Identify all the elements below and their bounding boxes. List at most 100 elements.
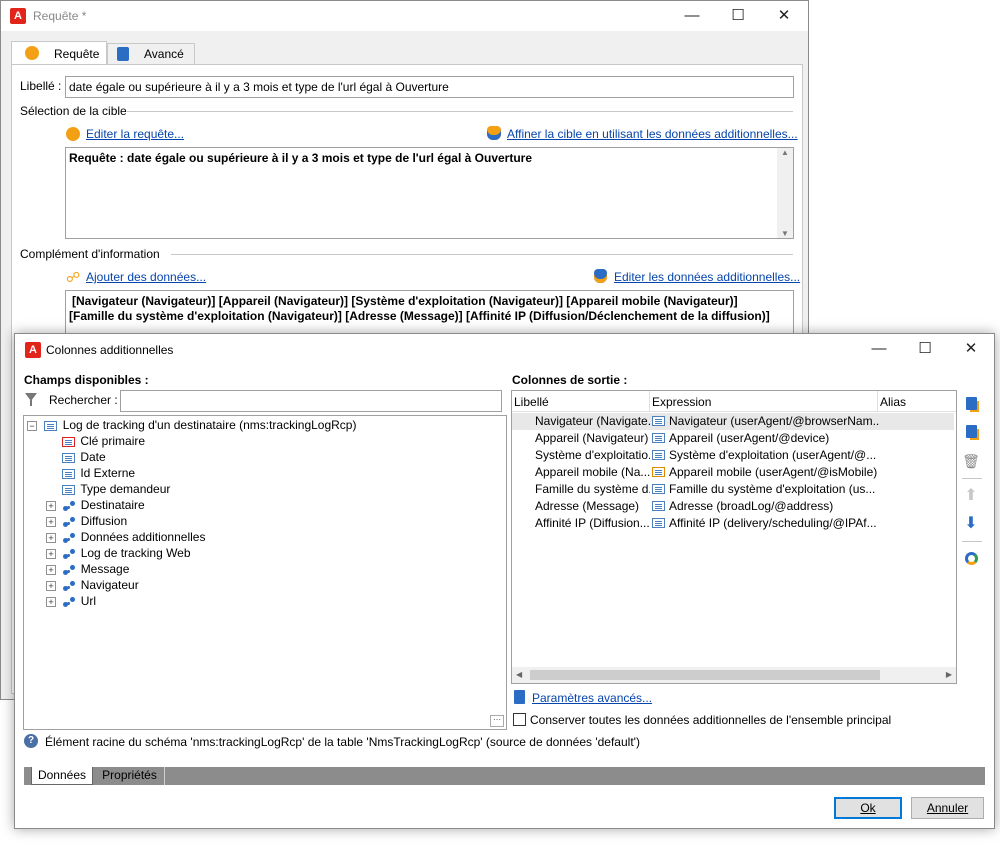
table-row[interactable]: Affinité IP (Diffusion... Affinité IP (d…	[512, 515, 954, 532]
scroll-left-icon[interactable]: ◀	[516, 670, 522, 679]
field-icon	[652, 518, 665, 528]
scroll-right-icon[interactable]: ▶	[946, 670, 952, 679]
field-icon	[652, 484, 665, 494]
edit-query-link[interactable]: Editer la requête...	[86, 127, 184, 141]
delete-icon[interactable]: 🗑	[962, 452, 980, 470]
tree-link-additional-data[interactable]: + Données additionnelles	[46, 529, 205, 545]
field-icon	[62, 468, 75, 479]
dialog-title: Colonnes additionnelles	[46, 343, 174, 357]
table-row[interactable]: Appareil (Navigateur) Appareil (userAgen…	[512, 430, 954, 447]
dialog-minimize-button[interactable]: —	[856, 334, 902, 364]
query-text: Requête : date égale ou supérieure à il …	[69, 151, 533, 165]
minimize-button[interactable]: —	[669, 1, 715, 31]
ok-button[interactable]: Ok	[834, 797, 902, 819]
keep-all-checkbox[interactable]	[513, 713, 526, 726]
output-columns-grid[interactable]: Libellé Expression Alias Navigateur (Nav…	[511, 390, 957, 684]
expand-icon[interactable]: +	[46, 580, 56, 591]
expand-icon[interactable]: +	[46, 564, 56, 575]
tab-requete[interactable]: Requête	[11, 41, 107, 65]
tree-field-date[interactable]: Date	[62, 449, 106, 465]
tab-avance[interactable]: Avancé	[107, 43, 195, 65]
edit-additional-data-link[interactable]: Editer les données additionnelles...	[614, 270, 800, 284]
add-computed-column-icon[interactable]	[962, 424, 980, 442]
share-icon: ☍	[66, 269, 81, 285]
edit-data-icon	[594, 269, 607, 283]
distribution-icon[interactable]	[962, 551, 980, 569]
expand-icon[interactable]: +	[46, 548, 56, 559]
table-row[interactable]: Famille du système d... Famille du systè…	[512, 481, 954, 498]
link-icon	[62, 596, 76, 608]
row-expression: Appareil mobile (userAgent/@isMobile)	[669, 465, 878, 479]
expand-icon[interactable]: +	[46, 516, 56, 527]
tree-root[interactable]: − Log de tracking d'un destinataire (nms…	[27, 417, 356, 433]
cancel-button[interactable]: Annuler	[911, 797, 984, 819]
tree-link-url[interactable]: + Url	[46, 593, 96, 609]
tree-link-web-tracking-log[interactable]: + Log de tracking Web	[46, 545, 191, 561]
complement-section-title: Complément d'information	[20, 247, 164, 261]
query-text-scrollbar[interactable]: ▲ ▼	[777, 148, 793, 238]
move-up-icon[interactable]: ⬆	[962, 487, 980, 505]
bottom-tab-bar	[24, 767, 985, 785]
tree-more-button[interactable]: ⋯	[490, 715, 504, 727]
target-section-separator	[127, 111, 793, 112]
link-icon	[62, 580, 76, 592]
collapse-icon[interactable]: −	[27, 420, 37, 431]
target-section-title: Sélection de la cible	[20, 104, 131, 118]
grid-header-divider	[649, 391, 650, 411]
tree-field-requester-type[interactable]: Type demandeur	[62, 481, 170, 497]
table-row[interactable]: Adresse (Message) Adresse (broadLog/@add…	[512, 498, 954, 515]
tree-root-label: Log de tracking d'un destinataire (nms:t…	[62, 418, 357, 432]
additional-data-line2: [Famille du système d'exploitation (Navi…	[69, 309, 770, 323]
field-icon	[652, 416, 665, 426]
expand-icon[interactable]: +	[46, 532, 56, 543]
table-icon	[44, 420, 58, 431]
advanced-params-icon	[514, 690, 525, 704]
tree-field-external-id[interactable]: Id Externe	[62, 465, 135, 481]
add-data-link[interactable]: Ajouter des données...	[86, 270, 206, 284]
maximize-button[interactable]: ☐	[715, 1, 761, 31]
search-input[interactable]	[120, 390, 502, 412]
tree-link-label: Diffusion	[80, 514, 128, 528]
tree-field-primary-key[interactable]: Clé primaire	[62, 433, 145, 449]
close-button[interactable]: ✕	[761, 1, 807, 31]
tree-link-delivery[interactable]: + Diffusion	[46, 513, 127, 529]
query-text-area[interactable]: Requête : date égale ou supérieure à il …	[65, 147, 794, 239]
tree-link-label: Navigateur	[80, 578, 139, 592]
tree-link-message[interactable]: + Message	[46, 561, 129, 577]
move-down-icon[interactable]: ⬇	[962, 515, 980, 533]
table-row[interactable]: Appareil mobile (Na... Appareil mobile (…	[512, 464, 954, 481]
tree-link-browser[interactable]: + Navigateur	[46, 577, 139, 593]
add-column-icon[interactable]	[962, 396, 980, 414]
tab-proprietes-label: Propriétés	[102, 768, 157, 782]
expand-icon[interactable]: +	[46, 500, 56, 511]
keep-all-label[interactable]: Conserver toutes les données additionnel…	[530, 713, 891, 727]
row-expression: Appareil (userAgent/@device)	[669, 431, 830, 445]
dialog-close-button[interactable]: ✕	[948, 334, 994, 364]
grid-horizontal-scrollbar[interactable]: ◀ ▶	[512, 667, 956, 683]
dialog-maximize-button[interactable]: ☐	[902, 334, 948, 364]
grid-header-alias[interactable]: Alias	[880, 395, 906, 409]
refine-target-link[interactable]: Affiner la cible en utilisant les donnée…	[507, 127, 798, 141]
fields-tree[interactable]: − Log de tracking d'un destinataire (nms…	[23, 415, 507, 730]
table-row[interactable]: Navigateur (Navigate... Navigateur (user…	[512, 413, 954, 430]
tab-proprietes[interactable]: Propriétés	[95, 767, 165, 785]
row-libelle: Appareil (Navigateur)	[535, 431, 649, 445]
tab-donnees[interactable]: Données	[31, 767, 93, 785]
clipboard-icon	[117, 47, 129, 61]
cancel-button-label: Annuler	[926, 801, 969, 815]
expand-icon[interactable]: +	[46, 596, 56, 607]
libelle-label: Libellé :	[20, 79, 62, 93]
row-expression: Adresse (broadLog/@address)	[669, 499, 834, 513]
info-text: Élément racine du schéma 'nms:trackingLo…	[45, 735, 640, 749]
grid-header: Libellé Expression Alias	[512, 391, 956, 412]
tree-link-label: Log de tracking Web	[80, 546, 191, 560]
scrollbar-thumb[interactable]	[530, 670, 880, 680]
link-icon	[62, 532, 76, 544]
tree-link-recipient[interactable]: + Destinataire	[46, 497, 145, 513]
query-window-titlebar: A Requête * — ☐ ✕	[1, 1, 808, 31]
grid-header-expression[interactable]: Expression	[652, 395, 711, 409]
advanced-params-link[interactable]: Paramètres avancés...	[532, 691, 652, 705]
table-row[interactable]: Système d'exploitatio... Système d'explo…	[512, 447, 954, 464]
libelle-input[interactable]: date égale ou supérieure à il y a 3 mois…	[65, 76, 794, 98]
grid-header-libelle[interactable]: Libellé	[514, 395, 549, 409]
